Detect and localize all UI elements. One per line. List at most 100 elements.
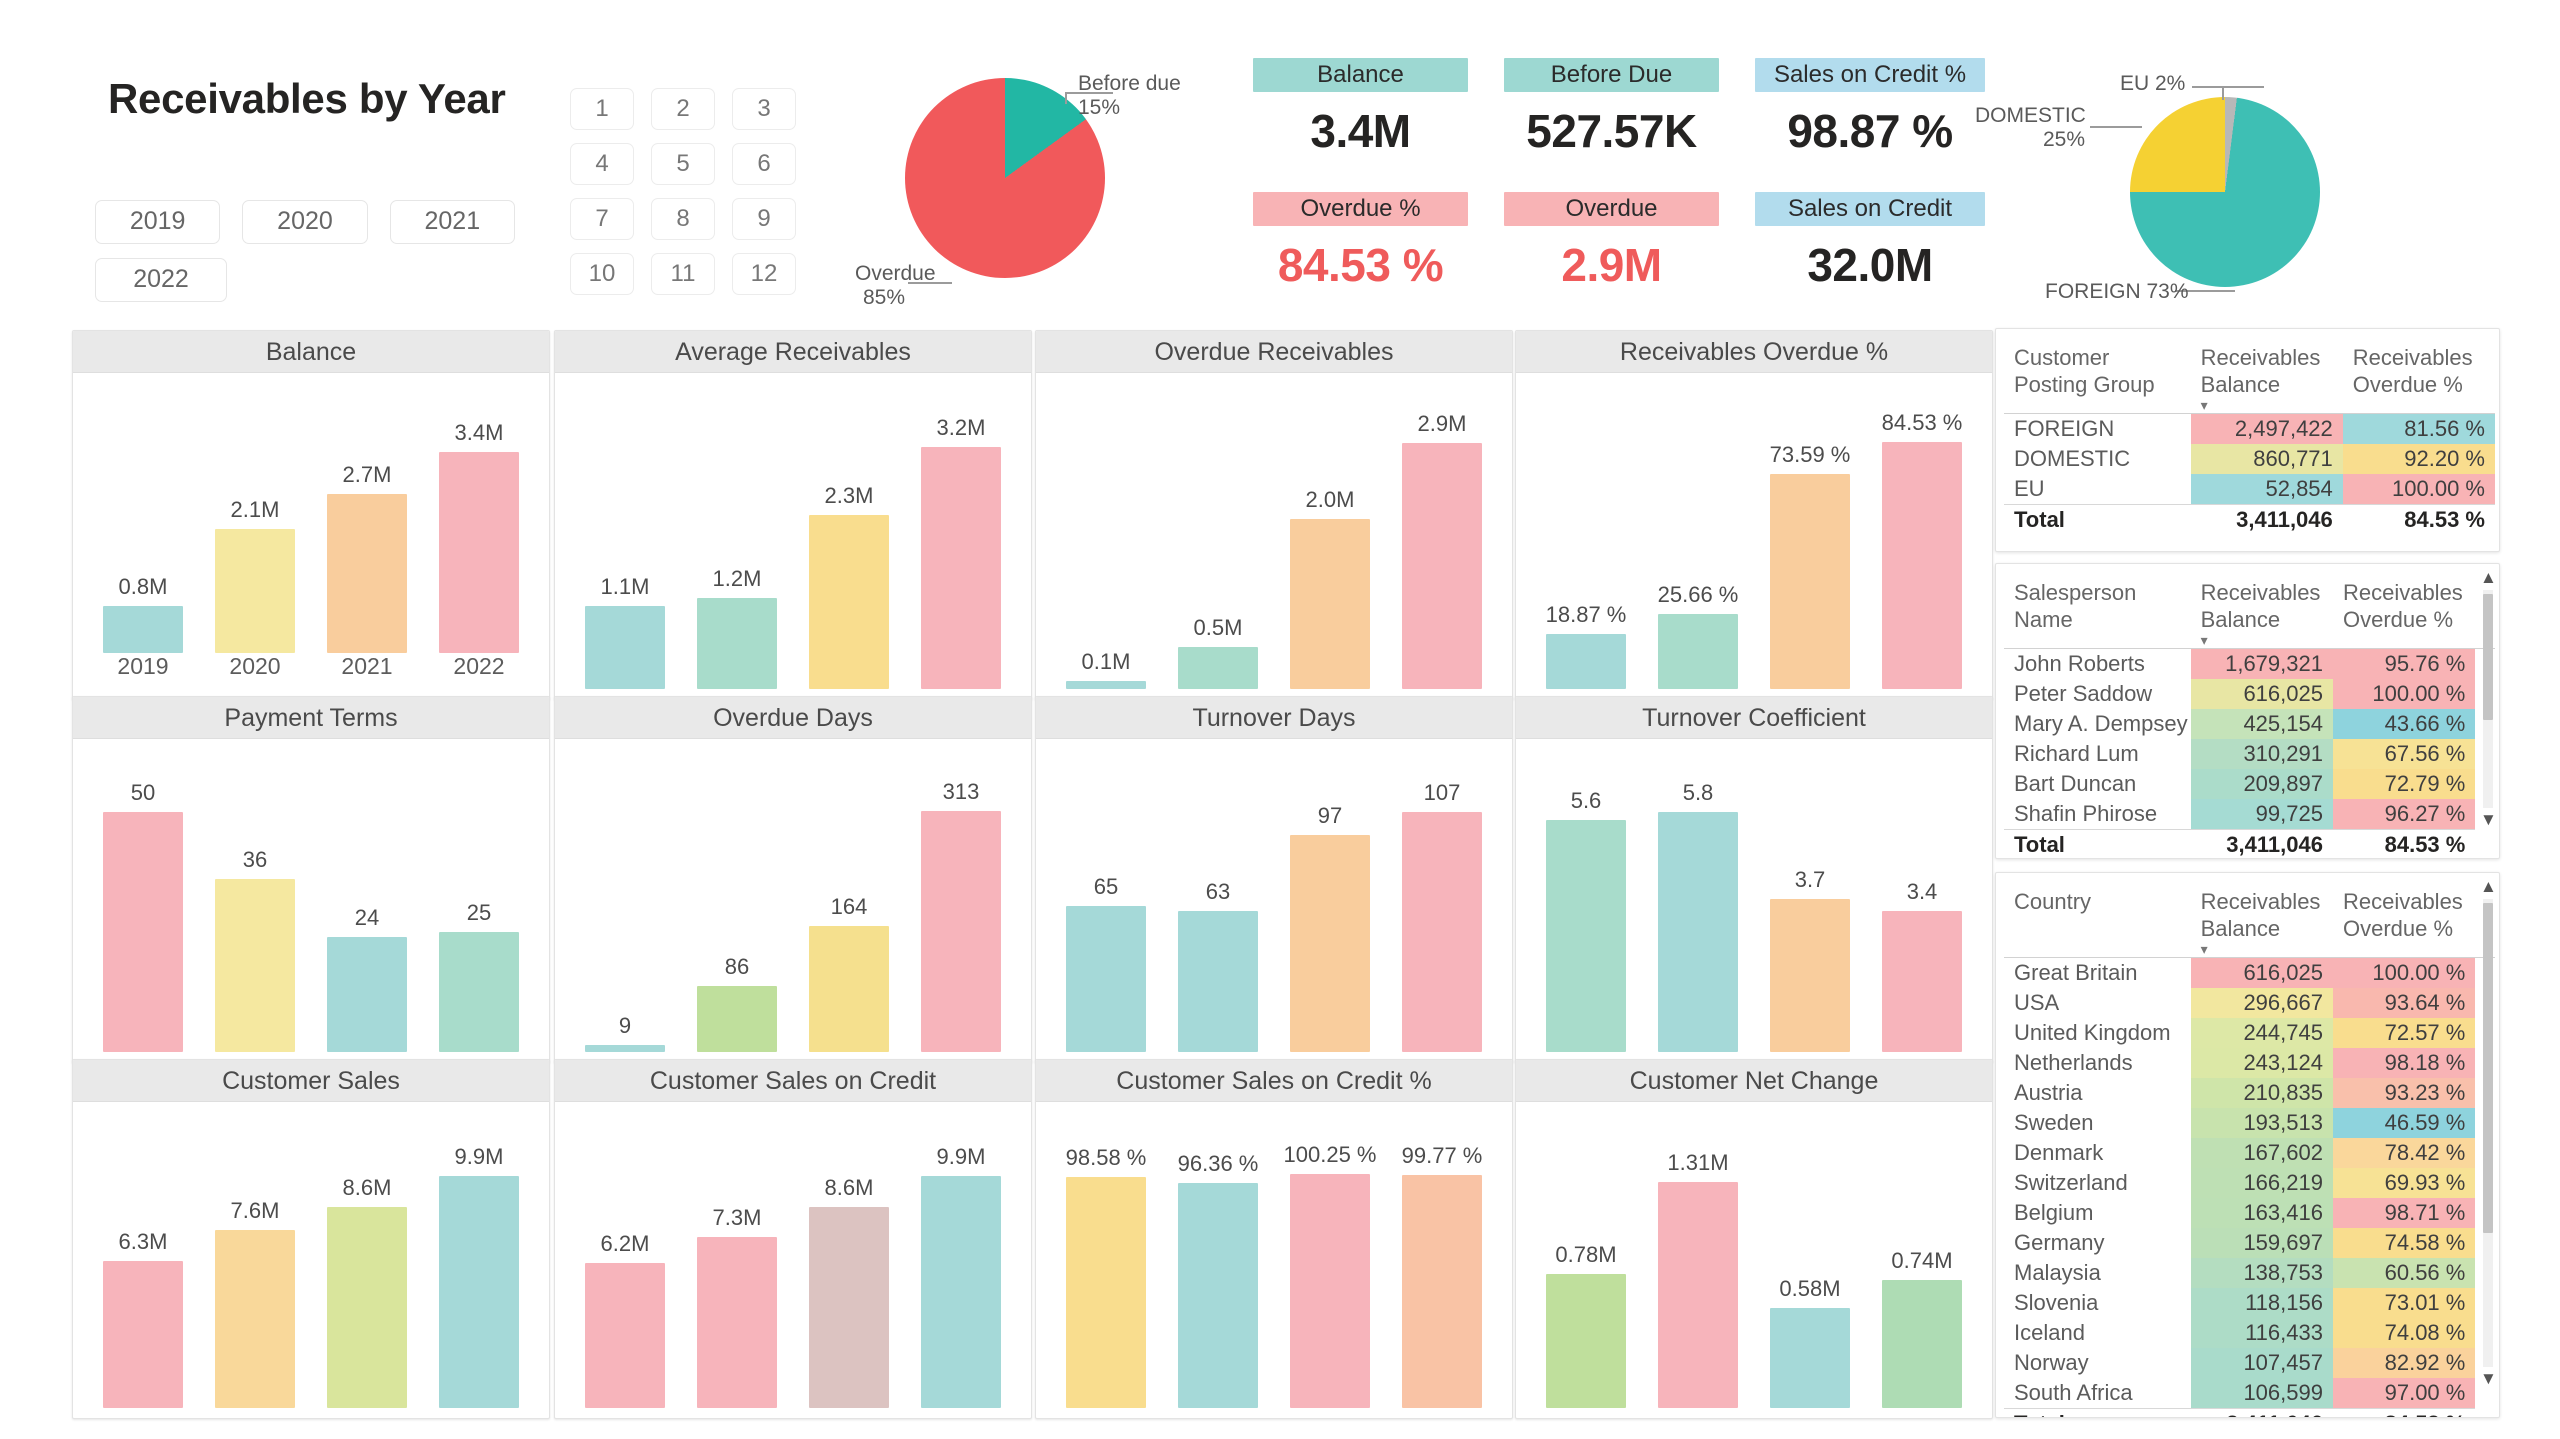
bar[interactable] <box>1065 906 1147 1052</box>
bar[interactable] <box>1657 613 1739 689</box>
bar-column[interactable]: 18.87 % <box>1530 373 1642 689</box>
month-button-9[interactable]: 9 <box>732 198 796 240</box>
col-header-country[interactable]: Country <box>2004 881 2191 958</box>
bar[interactable] <box>1769 1308 1851 1408</box>
bar[interactable] <box>808 515 890 689</box>
month-button-10[interactable]: 10 <box>570 253 634 295</box>
bar-column[interactable]: 97 <box>1274 739 1386 1052</box>
bar[interactable] <box>1401 442 1483 689</box>
bar[interactable] <box>920 811 1002 1052</box>
month-button-3[interactable]: 3 <box>732 88 796 130</box>
chart-panel-turnover-days[interactable]: Turnover Days 65 63 97 107 <box>1035 696 1513 1063</box>
bar-column[interactable]: 9.9M <box>905 1102 1017 1408</box>
bar-column[interactable]: 2.3M <box>793 373 905 689</box>
bar[interactable] <box>214 529 296 653</box>
bar[interactable] <box>326 1206 408 1408</box>
bar[interactable] <box>584 605 666 689</box>
table-row[interactable]: Sweden 193,513 46.59 % <box>2004 1107 2495 1138</box>
bar[interactable] <box>808 925 890 1052</box>
bar-column[interactable]: 99.77 % <box>1386 1102 1498 1408</box>
bar-column[interactable]: 24 <box>311 739 423 1052</box>
col-header-receivables-overdue-pct[interactable]: Receivables Overdue % <box>2332 881 2476 958</box>
bar-column[interactable]: 0.1M <box>1050 373 1162 689</box>
table-row[interactable]: Slovenia 118,156 73.01 % <box>2004 1287 2495 1318</box>
bar[interactable] <box>920 1176 1002 1408</box>
table-row[interactable]: South Africa 106,599 97.00 % <box>2004 1377 2495 1409</box>
bar-column[interactable]: 3.7 <box>1754 739 1866 1052</box>
bar-column[interactable]: 8.6M <box>793 1102 905 1408</box>
table-row[interactable]: Netherlands 243,124 98.18 % <box>2004 1047 2495 1078</box>
bar-column[interactable]: 5.6 <box>1530 739 1642 1052</box>
posting-group-table-panel[interactable]: Customer Posting Group Receivables Balan… <box>1995 328 2500 552</box>
bar-column[interactable]: 25.66 % <box>1642 373 1754 689</box>
bar-column[interactable]: 63 <box>1162 739 1274 1052</box>
bar-column[interactable]: 3.4M <box>423 373 535 653</box>
month-button-5[interactable]: 5 <box>651 143 715 185</box>
month-button-6[interactable]: 6 <box>732 143 796 185</box>
chart-panel-overdue-days[interactable]: Overdue Days 9 86 164 313 <box>554 696 1032 1063</box>
salesperson-table-panel[interactable]: Salesperson Name Receivables Balance ▾ R… <box>1995 563 2500 859</box>
bar[interactable] <box>214 879 296 1052</box>
year-slicer[interactable]: 2019 2020 2021 2022 <box>95 200 515 316</box>
table-row[interactable]: United Kingdom 244,745 72.57 % <box>2004 1017 2495 1048</box>
bar[interactable] <box>326 936 408 1052</box>
col-header-salesperson-name[interactable]: Salesperson Name <box>2004 572 2191 649</box>
bar[interactable] <box>1065 1177 1147 1408</box>
bar[interactable] <box>1545 1273 1627 1408</box>
bar[interactable] <box>1769 473 1851 689</box>
kpi-card-overdue[interactable]: Overdue 2.9M <box>1504 192 1719 292</box>
year-button-2021[interactable]: 2021 <box>389 200 515 244</box>
bar[interactable] <box>1657 1182 1739 1408</box>
bar-column[interactable]: 9 <box>569 739 681 1052</box>
bar[interactable] <box>1289 834 1371 1052</box>
bar[interactable] <box>584 1045 666 1052</box>
country-table-scrollbar[interactable]: ▲ ▼ <box>2479 878 2497 1411</box>
bar[interactable] <box>1177 1182 1259 1408</box>
chart-panel-customer-sales[interactable]: Customer Sales 6.3M 7.6M 8.6M 9.9M <box>72 1059 550 1419</box>
bar-column[interactable]: 0.5M <box>1162 373 1274 689</box>
bar[interactable] <box>920 447 1002 689</box>
bar[interactable] <box>1065 680 1147 689</box>
bar[interactable] <box>1177 910 1259 1052</box>
table-row[interactable]: Norway 107,457 82.92 % <box>2004 1347 2495 1378</box>
bar[interactable] <box>808 1206 890 1408</box>
year-button-2020[interactable]: 2020 <box>242 200 368 244</box>
bar-column[interactable]: 6.3M <box>87 1102 199 1408</box>
month-button-7[interactable]: 7 <box>570 198 634 240</box>
chart-panel-receivables-overdue[interactable]: Receivables Overdue % 18.87 % 25.66 % 73.59… <box>1515 330 1993 700</box>
col-header-customer-posting-group[interactable]: Customer Posting Group <box>2004 337 2191 414</box>
bar-column[interactable]: 313 <box>905 739 1017 1052</box>
salesperson-table[interactable]: Salesperson Name Receivables Balance ▾ R… <box>2004 572 2495 858</box>
bar-column[interactable]: 50 <box>87 739 199 1052</box>
month-button-11[interactable]: 11 <box>651 253 715 295</box>
bar-column[interactable]: 7.6M <box>199 1102 311 1408</box>
table-row[interactable]: Richard Lum 310,291 67.56 % <box>2004 738 2495 769</box>
bar-column[interactable]: 6.2M <box>569 1102 681 1408</box>
year-button-2022[interactable]: 2022 <box>95 258 227 302</box>
chart-panel-customer-sales-on-credit[interactable]: Customer Sales on Credit 6.2M 7.3M 8.6M 9.9M <box>554 1059 1032 1419</box>
bar-column[interactable]: 84.53 % <box>1866 373 1978 689</box>
bar-column[interactable]: 107 <box>1386 739 1498 1052</box>
bar-column[interactable]: 96.36 % <box>1162 1102 1274 1408</box>
table-row[interactable]: Denmark 167,602 78.42 % <box>2004 1137 2495 1168</box>
bar-column[interactable]: 164 <box>793 739 905 1052</box>
posting-group-table[interactable]: Customer Posting Group Receivables Balan… <box>2004 337 2495 535</box>
table-row[interactable]: Malaysia 138,753 60.56 % <box>2004 1257 2495 1288</box>
bar-column[interactable]: 5.8 <box>1642 739 1754 1052</box>
bar[interactable] <box>214 1230 296 1408</box>
kpi-card-overdue[interactable]: Overdue % 84.53 % <box>1253 192 1468 292</box>
chart-panel-average-receivables[interactable]: Average Receivables 1.1M 1.2M 2.3M 3.2M <box>554 330 1032 700</box>
bar[interactable] <box>1289 519 1371 689</box>
bar[interactable] <box>696 598 778 689</box>
table-row[interactable]: DOMESTIC 860,771 92.20 % <box>2004 443 2495 474</box>
bar-column[interactable]: 25 <box>423 739 535 1052</box>
bar-column[interactable]: 65 <box>1050 739 1162 1052</box>
month-button-4[interactable]: 4 <box>570 143 634 185</box>
bar[interactable] <box>1401 1174 1483 1408</box>
bar-column[interactable]: 1.31M <box>1642 1102 1754 1408</box>
bar[interactable] <box>102 1260 184 1408</box>
bar[interactable] <box>1545 633 1627 689</box>
kpi-card-before-due[interactable]: Before Due 527.57K <box>1504 58 1719 158</box>
table-row[interactable]: Belgium 163,416 98.71 % <box>2004 1197 2495 1228</box>
bar-column[interactable]: 86 <box>681 739 793 1052</box>
